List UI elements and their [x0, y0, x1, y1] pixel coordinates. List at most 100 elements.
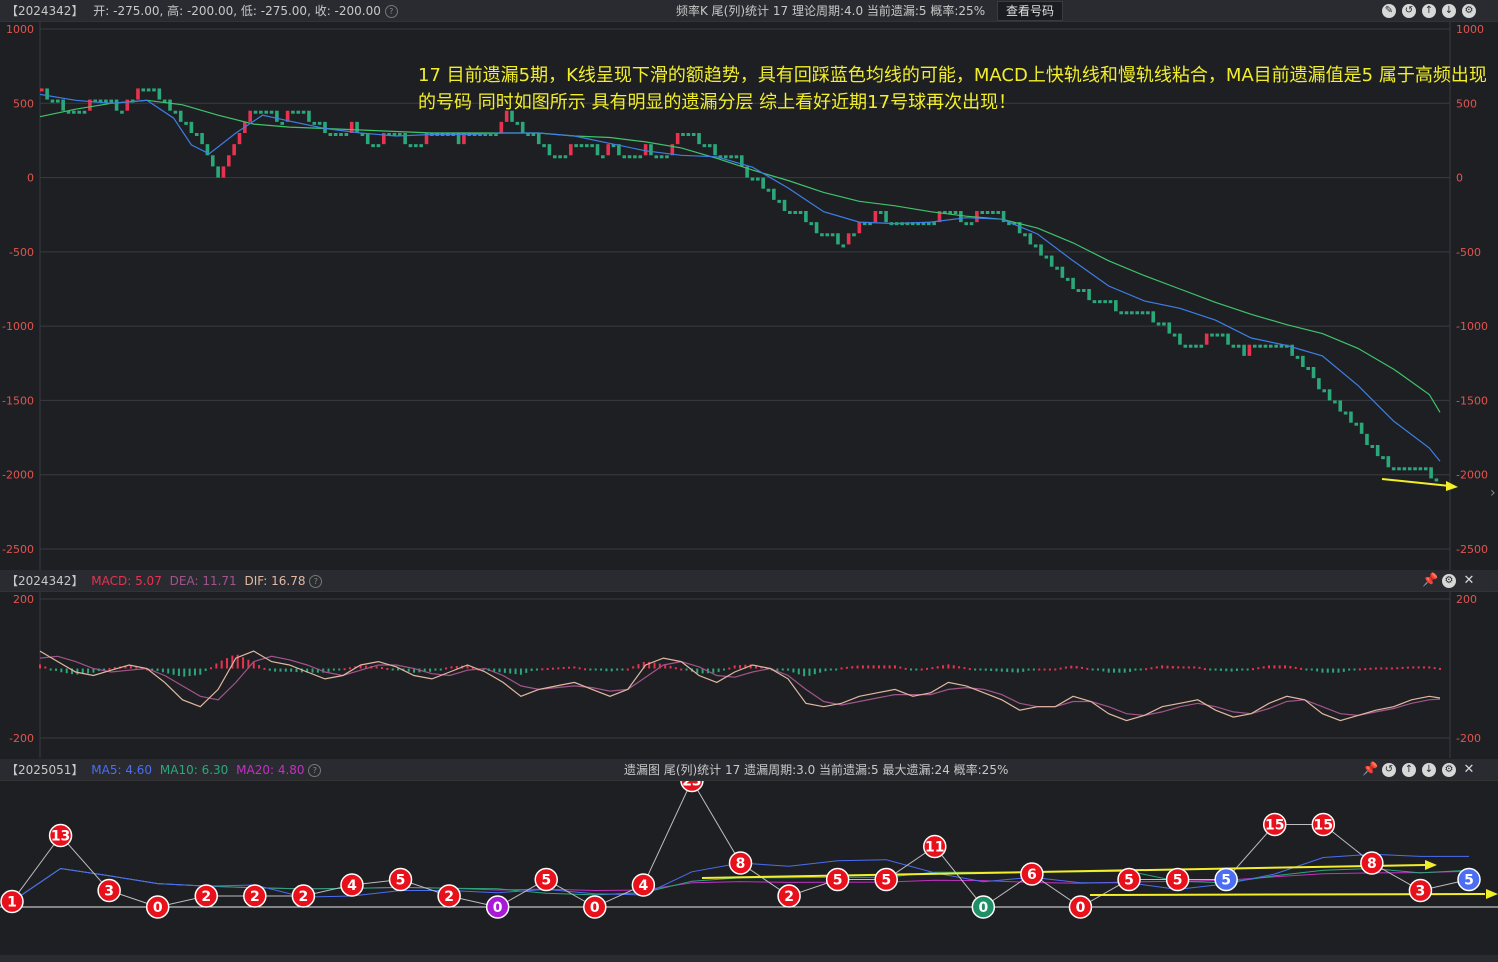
settings-icon[interactable]: ⚙ [1442, 574, 1456, 588]
candle-down [1188, 344, 1193, 348]
arrow-down-icon[interactable]: ↓ [1442, 4, 1456, 18]
macd-bar-down [1321, 668, 1324, 673]
macd-bar-up [386, 667, 389, 670]
omission-point-label: 4 [638, 878, 648, 894]
candle-down [1322, 389, 1327, 393]
macd-bar-down [1107, 668, 1110, 673]
macd-bar-up [1278, 665, 1281, 669]
y-tick-label-right: 200 [1456, 593, 1477, 606]
macd-chart[interactable]: 200 200 -200 -200 [0, 592, 1498, 758]
macd-bar-down [1027, 668, 1030, 671]
y-tick-label-left: -200 [9, 732, 34, 745]
candle-down [825, 233, 830, 237]
macd-bar-down [1310, 668, 1313, 671]
macd-bar-down [503, 668, 506, 673]
candle-down [552, 155, 557, 159]
annotation-arrow-head [1446, 481, 1458, 491]
candle-down [1114, 300, 1118, 312]
candle-down [1156, 322, 1161, 326]
reset-icon[interactable]: ↺ [1382, 763, 1396, 777]
candle-down [991, 211, 995, 214]
macd-bar-up [1070, 665, 1073, 669]
arrow-down-icon[interactable]: ↓ [1422, 763, 1436, 777]
macd-bar-up [450, 666, 453, 669]
pin-icon[interactable]: 📌 [1422, 574, 1438, 588]
macd-bar-up [861, 665, 864, 669]
macd-bar-down [514, 668, 517, 675]
candle-down [344, 133, 349, 136]
candle-down [793, 211, 798, 214]
settings-icon[interactable]: ⚙ [1462, 4, 1476, 18]
macd-bar-down [1353, 668, 1356, 671]
macd-bar-up [947, 664, 950, 669]
candle-down [536, 133, 541, 145]
candle-down [1199, 344, 1204, 348]
omission-point-label: 3 [1416, 884, 1426, 900]
candle-down [1375, 445, 1380, 457]
candle-down [114, 99, 119, 111]
y-tick-label-right: 0 [1456, 172, 1463, 185]
macd-bar-down [268, 668, 271, 671]
ma5-value: MA5: 4.60 [91, 763, 153, 777]
candle-down [1311, 367, 1316, 379]
candle-down [403, 133, 407, 145]
candle-down [104, 99, 108, 103]
draw-icon[interactable]: ✎ [1382, 4, 1396, 18]
candle-down [1370, 445, 1375, 448]
candle-down [1071, 277, 1075, 289]
macd-bar-down [974, 668, 977, 671]
macd-bar-down [519, 668, 522, 675]
candle-down [1391, 467, 1396, 471]
settings-icon[interactable]: ⚙ [1442, 763, 1456, 777]
omission-point-label: 4 [347, 878, 357, 894]
macd-bar-down [284, 668, 287, 672]
candle-down [1092, 300, 1097, 304]
macd-bar-up [1380, 667, 1383, 670]
macd-bar-down [1091, 668, 1094, 671]
candle-down [953, 211, 958, 214]
macd-bar-up [1284, 665, 1287, 669]
macd-bar-down [797, 668, 800, 675]
macd-bar-up [632, 666, 635, 669]
candle-down [307, 110, 311, 122]
candle-down [1044, 255, 1049, 259]
candle-down [884, 211, 888, 223]
omission-point-label: 6 [1027, 867, 1037, 883]
view-number-button[interactable]: 查看号码 [996, 1, 1063, 21]
y-tick-label-left: -1000 [2, 320, 34, 333]
macd-bar-down [535, 668, 538, 671]
macd-bar-up [1048, 668, 1051, 671]
macd-bar-up [557, 667, 560, 670]
candle-down [1407, 467, 1412, 471]
annotation-arrow-head [1425, 860, 1437, 870]
candle-up [1247, 344, 1252, 356]
candle-down [1343, 411, 1348, 415]
pin-icon[interactable]: 📌 [1362, 763, 1378, 777]
macd-bar-down [1219, 668, 1222, 671]
close-icon[interactable]: ✕ [1462, 574, 1476, 588]
omission-chart[interactable]: 1 13 3 0 2 2 2 4 5 2 0 5 0 4 23 8 2 5 5 11 0 6 0 5 5 5 15 15 8 3 5 [0, 781, 1498, 955]
candle-down [152, 88, 156, 92]
macd-bar-up [1374, 667, 1377, 670]
macd-bar-up [1075, 665, 1078, 669]
reset-icon[interactable]: ↺ [1402, 4, 1416, 18]
arrow-up-icon[interactable]: ↑ [1422, 4, 1436, 18]
arrow-up-icon[interactable]: ↑ [1402, 763, 1416, 777]
help-icon[interactable]: ? [384, 5, 398, 18]
candle-down [1301, 355, 1305, 367]
help-icon[interactable]: ? [308, 764, 322, 777]
macd-bar-down [979, 668, 982, 671]
candle-down [77, 110, 81, 114]
macd-bar-down [792, 668, 795, 673]
candle-down [852, 233, 856, 237]
candle-up [857, 222, 862, 234]
macd-bar-up [1262, 666, 1265, 669]
macd-bar-up [952, 665, 955, 669]
omission-period-title: 【2025051】 [6, 763, 84, 777]
help-icon[interactable]: ? [309, 575, 323, 588]
y-tick-label-right: -1500 [1456, 394, 1488, 407]
candle-down [1381, 456, 1385, 460]
candle-down [734, 155, 739, 159]
close-icon[interactable]: ✕ [1462, 763, 1476, 777]
macd-bar-up [1268, 665, 1271, 669]
